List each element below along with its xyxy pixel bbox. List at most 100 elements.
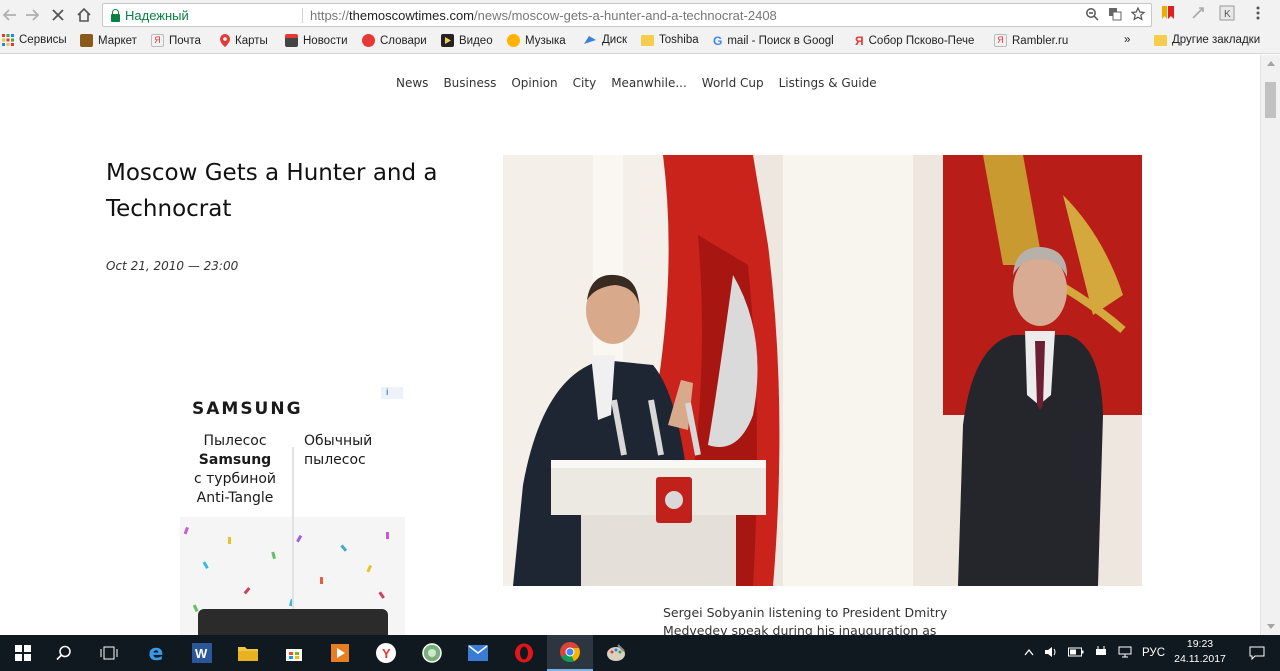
edge-icon: e xyxy=(148,640,164,666)
nav-business[interactable]: Business xyxy=(443,76,496,90)
bookmark-market[interactable]: Маркет xyxy=(80,34,137,47)
bookmark-label: Карты xyxy=(235,34,268,47)
home-icon[interactable] xyxy=(74,5,94,25)
opera-icon xyxy=(515,643,533,663)
page-scrollbar[interactable] xyxy=(1260,55,1280,635)
bookmark-google-mail[interactable]: G mail - Поиск в Googl xyxy=(713,34,834,48)
windows-taskbar: e W Y РУС 19:23 24.11.2017 xyxy=(0,635,1280,671)
tray-overflow-icon[interactable] xyxy=(1024,647,1034,659)
scroll-down-arrow-icon[interactable] xyxy=(1267,624,1275,629)
bookmark-mail[interactable]: Я Почта xyxy=(151,34,201,47)
music-icon xyxy=(507,34,520,47)
samsung-advertisement[interactable]: SAMSUNG Пылесос Samsung с турбиной Anti-… xyxy=(180,387,405,635)
action-center-button[interactable] xyxy=(1234,635,1280,671)
chrome-icon xyxy=(560,642,580,662)
star-icon[interactable] xyxy=(1130,6,1146,24)
bookmark-label: Видео xyxy=(459,34,493,47)
bookmark-music[interactable]: Музыка xyxy=(507,34,566,47)
taskbar-yandex-browser[interactable]: Y xyxy=(363,635,409,671)
nav-world-cup[interactable]: World Cup xyxy=(702,76,764,90)
power-plug-icon[interactable] xyxy=(1094,645,1108,661)
svg-text:W: W xyxy=(195,646,208,661)
nav-opinion[interactable]: Opinion xyxy=(511,76,557,90)
url-path: /news/moscow-gets-a-hunter-and-a-technoc… xyxy=(474,8,777,23)
ad-left-line: с турбиной xyxy=(193,471,277,487)
forward-icon[interactable] xyxy=(22,5,42,25)
apps-grid-icon xyxy=(2,34,14,46)
other-bookmarks-folder[interactable]: Другие закладки xyxy=(1154,34,1260,46)
nav-listings-guide[interactable]: Listings & Guide xyxy=(779,76,877,90)
taskbar-chrome[interactable] xyxy=(547,635,593,671)
windows-logo-icon xyxy=(15,645,31,661)
bookmark-label: Toshiba xyxy=(659,34,699,46)
bookmark-toshiba[interactable]: Toshiba xyxy=(641,34,699,46)
video-icon xyxy=(441,34,454,47)
battery-icon[interactable] xyxy=(1068,647,1084,660)
bookmark-disk[interactable]: Диск xyxy=(583,34,627,46)
web-page: News Business Opinion City Meanwhile... … xyxy=(0,55,1260,635)
taskbar-word[interactable]: W xyxy=(179,635,225,671)
bookmark-dictionaries[interactable]: Словари xyxy=(362,34,427,47)
language-indicator[interactable]: РУС xyxy=(1142,647,1165,659)
article-photo[interactable] xyxy=(503,155,1142,586)
url-text[interactable]: https://themoscowtimes.com/news/moscow-g… xyxy=(310,8,777,23)
kaspersky-icon[interactable]: K xyxy=(1219,5,1237,23)
taskbar-store[interactable] xyxy=(271,635,317,671)
taskbar-edge[interactable]: e xyxy=(133,635,179,671)
bookmark-video[interactable]: Видео xyxy=(441,34,493,47)
bookmark-services[interactable]: Сервисы xyxy=(2,34,67,46)
yandex-browser-icon: Y xyxy=(376,643,396,663)
zoom-icon[interactable] xyxy=(1085,7,1099,24)
bookmark-news[interactable]: Новости xyxy=(285,34,348,47)
taskbar-opera[interactable] xyxy=(501,635,547,671)
lock-icon xyxy=(111,8,120,22)
ad-left-line: Пылесос xyxy=(203,433,267,449)
extension-icon[interactable] xyxy=(1190,5,1208,23)
word-icon: W xyxy=(192,643,212,663)
taskbar-app[interactable] xyxy=(409,635,455,671)
translate-icon[interactable] xyxy=(1108,7,1122,24)
divider xyxy=(302,8,303,23)
bookmark-maps[interactable]: Карты xyxy=(220,34,268,47)
taskbar-mail[interactable] xyxy=(455,635,501,671)
scroll-thumb[interactable] xyxy=(1265,82,1276,118)
search-icon xyxy=(56,645,71,661)
ad-right-copy: Обычный пылесос xyxy=(304,432,394,470)
bookmarks-overflow-button[interactable]: » xyxy=(1124,34,1130,46)
bookmark-sobor[interactable]: Я Собор Псково-Пече xyxy=(855,34,974,48)
folder-icon xyxy=(641,34,654,46)
bookmark-label: Другие закладки xyxy=(1172,34,1261,46)
scroll-up-arrow-icon[interactable] xyxy=(1267,61,1275,66)
ad-info-icon[interactable] xyxy=(381,387,403,399)
search-button[interactable] xyxy=(41,635,87,671)
nav-meanwhile[interactable]: Meanwhile... xyxy=(611,76,687,90)
omnibox-actions xyxy=(1085,6,1146,24)
market-icon xyxy=(80,34,93,47)
taskbar-media-player[interactable] xyxy=(317,635,363,671)
volume-icon[interactable] xyxy=(1044,646,1058,661)
system-clock[interactable]: 19:23 24.11.2017 xyxy=(1170,637,1230,667)
network-icon[interactable] xyxy=(1118,646,1132,661)
back-icon[interactable] xyxy=(0,5,20,25)
task-view-icon xyxy=(100,646,118,660)
bookmark-rambler[interactable]: Я Rambler.ru xyxy=(994,34,1068,47)
menu-kebab-icon[interactable] xyxy=(1250,5,1268,23)
taskbar-file-explorer[interactable] xyxy=(225,635,271,671)
taskbar-paint[interactable] xyxy=(593,635,639,671)
stop-loading-icon[interactable] xyxy=(48,5,68,25)
ad-background xyxy=(180,447,405,635)
bookmark-extension-icon[interactable] xyxy=(1160,5,1178,23)
disk-icon xyxy=(584,36,596,44)
secure-indicator[interactable]: Надежный xyxy=(111,8,189,23)
bookmark-label: Сервисы xyxy=(19,34,67,46)
address-bar[interactable]: Надежный https://themoscowtimes.com/news… xyxy=(102,3,1152,27)
map-pin-icon xyxy=(220,34,230,47)
bookmark-label: Музыка xyxy=(525,34,566,47)
browser-toolbar: Надежный https://themoscowtimes.com/news… xyxy=(0,0,1280,30)
photo-illustration xyxy=(503,155,1142,586)
task-view-button[interactable] xyxy=(86,635,132,671)
nav-city[interactable]: City xyxy=(573,76,597,90)
nav-news[interactable]: News xyxy=(396,76,428,90)
windows-start-button[interactable] xyxy=(0,635,46,671)
yandex-icon: Я xyxy=(151,34,164,47)
